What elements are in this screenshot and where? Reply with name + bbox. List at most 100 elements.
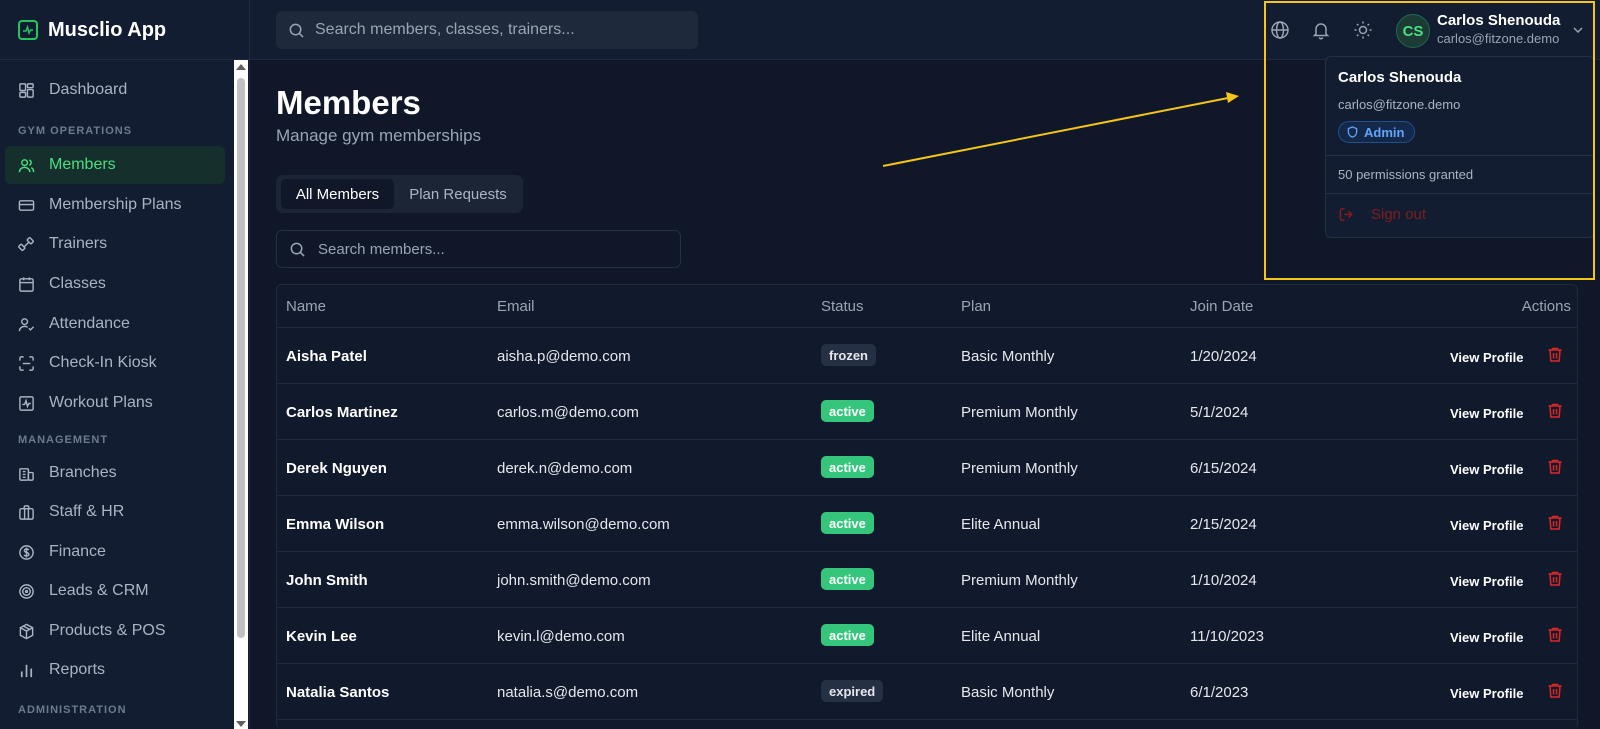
member-name: Emma Wilson [286,516,385,533]
column-header-status[interactable]: Status [821,298,864,315]
sidebar-item-trainers[interactable]: Trainers [5,225,225,263]
table-header: Name Email Status Plan Join Date Actions [277,285,1577,328]
table-row[interactable]: Kevin Lee kevin.l@demo.com active Elite Ann… [277,608,1577,664]
sidebar-item-leads-crm[interactable]: Leads & CRM [5,572,225,610]
member-join-date: 1/20/2024 [1190,348,1257,365]
tab-all-members[interactable]: All Members [281,179,394,209]
global-search-box[interactable] [276,11,698,49]
member-join-date: 5/1/2024 [1190,404,1249,421]
sidebar-scrollbar[interactable] [234,60,248,729]
chevron-down-icon[interactable] [1572,24,1584,36]
bell-icon[interactable] [1311,20,1331,40]
scrollbar-thumb[interactable] [237,78,245,638]
trash-icon[interactable] [1547,626,1563,643]
globe-icon[interactable] [1270,20,1290,40]
trash-icon[interactable] [1547,570,1563,587]
menu-user-email: carlos@fitzone.demo [1338,97,1461,112]
view-profile-button[interactable]: View Profile [1450,406,1523,421]
table-row[interactable]: Carlos Martinez carlos.m@demo.com active Pr… [277,384,1577,440]
table-row[interactable]: Emma Wilson emma.wilson@demo.com active Eli… [277,496,1577,552]
trash-icon[interactable] [1547,346,1563,363]
sidebar-item-staff-hr[interactable]: Staff & HR [5,493,225,531]
sidebar-item-products-pos[interactable]: Products & POS [5,612,225,650]
trash-icon[interactable] [1547,458,1563,475]
log-out-icon [1339,207,1353,221]
view-profile-button[interactable]: View Profile [1450,630,1523,645]
members-tabs: All Members Plan Requests [276,175,523,213]
search-icon [289,23,304,38]
sidebar-item-label: Members [49,156,116,173]
sidebar-item-membership-plans[interactable]: Membership Plans [5,186,225,224]
users-icon [18,158,35,172]
sidebar-item-label: Leads & CRM [49,582,149,599]
menu-user-name: Carlos Shenouda [1338,69,1462,86]
tab-plan-requests[interactable]: Plan Requests [398,179,518,209]
sign-out-button[interactable]: Sign out [1338,203,1426,225]
member-email: emma.wilson@demo.com [497,516,670,533]
avatar[interactable]: CS [1396,14,1430,48]
member-email: aisha.p@demo.com [497,348,631,365]
member-name: Natalia Santos [286,684,390,701]
menu-divider [1326,193,1594,194]
sidebar-item-classes[interactable]: Classes [5,265,225,303]
member-email: john.smith@demo.com [497,572,651,589]
table-row[interactable]: Aisha Patel aisha.p@demo.com frozen Basic M… [277,328,1577,384]
section-heading-management: MANAGEMENT [18,434,109,446]
section-heading-gym: GYM OPERATIONS [18,125,133,137]
view-profile-button[interactable]: View Profile [1450,518,1523,533]
sidebar-item-label: Products & POS [49,622,166,639]
scroll-down-arrow-icon[interactable] [236,721,246,727]
member-search-input[interactable] [318,240,668,258]
scroll-up-arrow-icon[interactable] [236,64,246,70]
member-search-box[interactable] [276,230,681,268]
sidebar-item-dashboard[interactable]: Dashboard [5,71,225,109]
status-badge: active [821,568,874,590]
table-row[interactable]: Derek Nguyen derek.n@demo.com active Premiu… [277,440,1577,496]
sidebar-item-branches[interactable]: Branches [5,454,225,492]
sidebar-item-label: Reports [49,661,106,678]
member-plan: Basic Monthly [961,348,1055,365]
member-name: John Smith [286,572,368,589]
member-join-date: 6/1/2023 [1190,684,1249,701]
sign-out-label: Sign out [1371,205,1427,223]
sidebar-item-reports[interactable]: Reports [5,651,225,689]
table-row[interactable]: John Smith john.smith@demo.com active Premi… [277,552,1577,608]
user-check-icon [18,317,35,331]
user-menu-dropdown: Carlos Shenouda carlos@fitzone.demo Admi… [1325,56,1595,238]
permissions-count: 50 permissions granted [1338,167,1474,182]
user-name[interactable]: Carlos Shenouda [1437,12,1560,29]
view-profile-button[interactable]: View Profile [1450,574,1523,589]
trash-icon[interactable] [1547,514,1563,531]
column-header-join-date[interactable]: Join Date [1190,298,1253,315]
view-profile-button[interactable]: View Profile [1450,686,1523,701]
member-email: carlos.m@demo.com [497,404,639,421]
sidebar-item-attendance[interactable]: Attendance [5,305,225,343]
global-search-input[interactable] [315,21,685,39]
member-plan: Elite Annual [961,628,1041,645]
member-name: Aisha Patel [286,348,367,365]
sidebar-item-members[interactable]: Members [5,146,225,184]
role-label: Admin [1364,124,1405,140]
column-header-name[interactable]: Name [286,298,326,315]
column-header-plan[interactable]: Plan [961,298,991,315]
member-join-date: 1/10/2024 [1190,572,1257,589]
sidebar-item-finance[interactable]: Finance [5,533,225,571]
brand[interactable]: Musclio App [18,18,166,42]
trash-icon[interactable] [1547,682,1563,699]
column-header-actions: Actions [1521,298,1571,315]
sidebar-item-label: Membership Plans [49,196,182,213]
table-row[interactable]: Natalia Santos natalia.s@demo.com expired B… [277,664,1577,720]
view-profile-button[interactable]: View Profile [1450,350,1523,365]
sidebar-item-workout-plans[interactable]: Workout Plans [5,384,225,422]
trash-icon[interactable] [1547,402,1563,419]
role-badge: Admin [1338,121,1416,143]
sidebar-item-label: Trainers [49,235,108,252]
member-join-date: 6/15/2024 [1190,460,1257,477]
sun-icon[interactable] [1353,20,1373,40]
sidebar-item-label: Check-In Kiosk [49,354,157,371]
sidebar-nav: Dashboard GYM OPERATIONS Members Members… [0,60,230,729]
view-profile-button[interactable]: View Profile [1450,462,1523,477]
sidebar-item-check-in-kiosk[interactable]: Check-In Kiosk [5,344,225,382]
app-name: Musclio App [48,18,167,41]
column-header-email[interactable]: Email [497,298,535,315]
